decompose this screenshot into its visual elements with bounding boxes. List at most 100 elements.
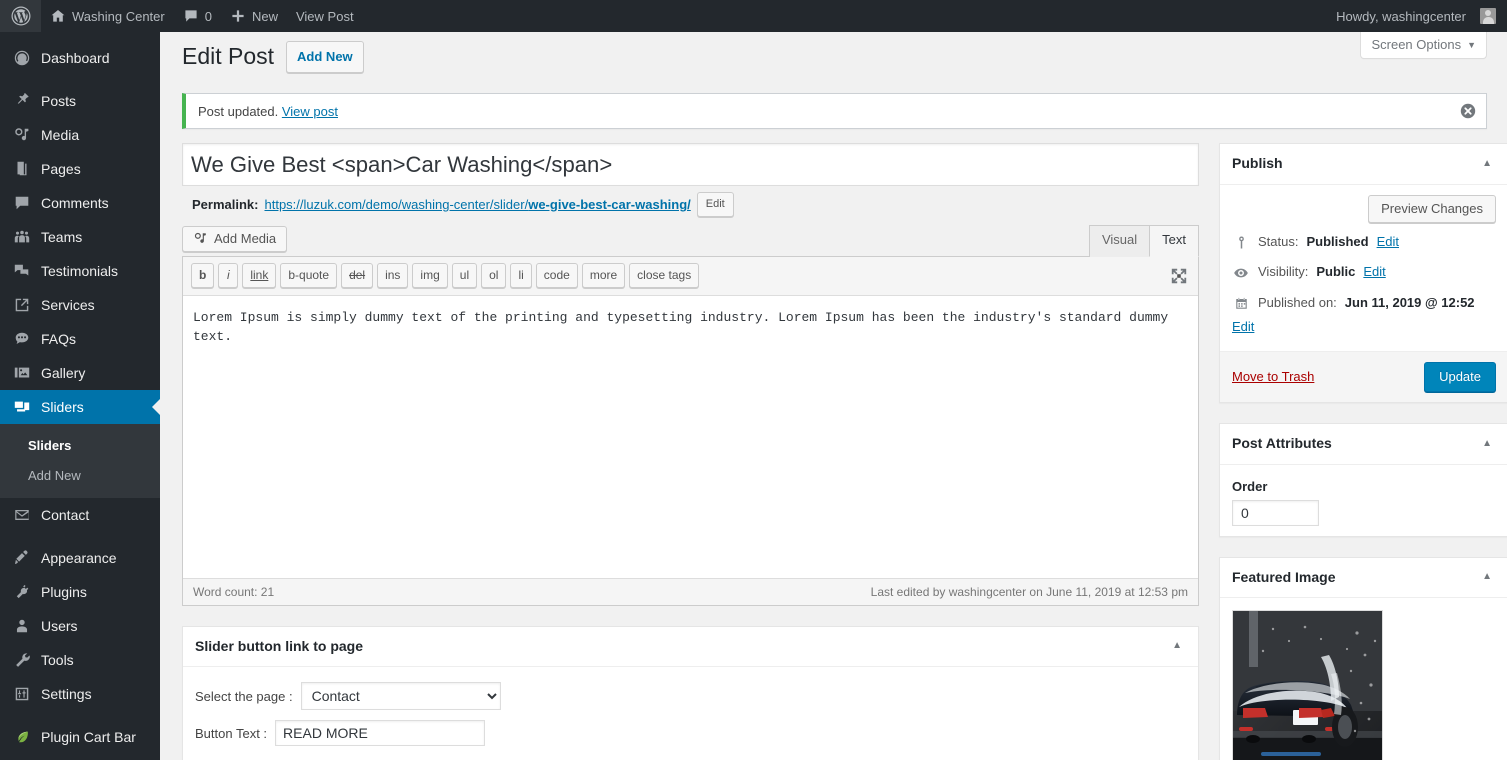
sidebar-item-sliders[interactable]: Sliders	[0, 390, 160, 424]
sidebar-item-label: Sliders	[41, 399, 84, 415]
edit-permalink-button[interactable]: Edit	[696, 192, 734, 217]
quicktag-code[interactable]: code	[535, 262, 578, 288]
sidebar-item-users[interactable]: Users	[0, 609, 160, 643]
featured-image-title: Featured Image	[1232, 568, 1336, 585]
featured-image-header[interactable]: Featured Image ▲	[1220, 558, 1507, 599]
quicktag-bold[interactable]: b	[191, 262, 215, 288]
edit-published-date-link[interactable]: Edit	[1232, 319, 1496, 334]
add-media-button[interactable]: Add Media	[182, 225, 288, 252]
sidebar-item-media[interactable]: Media	[0, 118, 160, 152]
chevron-up-icon[interactable]: ▲	[1168, 639, 1186, 653]
sidebar-item-label: Dashboard	[41, 50, 110, 66]
add-new-button[interactable]: Add New	[286, 41, 364, 74]
sidebar-item-appearance[interactable]: Appearance	[0, 541, 160, 575]
slider-button-metabox-header[interactable]: Slider button link to page ▲	[183, 627, 1198, 668]
dashboard-icon	[12, 48, 32, 68]
quicktag-more[interactable]: more	[581, 262, 626, 288]
comments-menu[interactable]: 0	[174, 0, 221, 32]
button-text-row: Button Text :	[195, 715, 1186, 751]
quicktag-img[interactable]: img	[412, 262, 448, 288]
sidebar-item-label: Services	[41, 297, 95, 313]
sidebar-item-settings[interactable]: Settings	[0, 677, 160, 711]
tab-visual[interactable]: Visual	[1088, 225, 1151, 257]
my-account-menu[interactable]: Howdy, washingcenter	[1327, 0, 1505, 32]
published-on-value: Jun 11, 2019 @ 12:52	[1344, 294, 1475, 310]
submenu-item-sliders[interactable]: Sliders	[0, 431, 160, 461]
sidebar-item-label: Testimonials	[41, 263, 119, 279]
permalink-link[interactable]: https://luzuk.com/demo/washing-center/sl…	[264, 197, 690, 212]
word-count: Word count: 21	[193, 584, 275, 599]
new-content-menu[interactable]: New	[221, 0, 287, 32]
view-post-menu[interactable]: View Post	[287, 0, 363, 32]
post-attributes-body: Order	[1220, 465, 1507, 536]
quicktag-close-tags[interactable]: close tags	[629, 262, 700, 288]
quicktag-ul[interactable]: ul	[451, 262, 478, 288]
publish-metabox-header[interactable]: Publish ▲	[1220, 144, 1507, 185]
select-page-row: Select the page : Contact	[195, 677, 1186, 715]
quicktag-link[interactable]: link	[242, 262, 277, 288]
sidebar-item-contact[interactable]: Contact	[0, 498, 160, 532]
quicktag-ins[interactable]: ins	[377, 262, 409, 288]
screen-options-label: Screen Options	[1371, 37, 1462, 52]
faq-bubble-icon	[12, 329, 32, 349]
edit-status-link[interactable]: Edit	[1377, 234, 1399, 249]
sidebar-item-pages[interactable]: Pages	[0, 152, 160, 186]
view-post-link[interactable]: View post	[282, 104, 338, 119]
sidebar-item-testimonials[interactable]: Testimonials	[0, 254, 160, 288]
featured-image-thumbnail[interactable]	[1232, 610, 1383, 760]
quicktag-italic[interactable]: i	[218, 262, 239, 288]
published-on-label: Published on:	[1258, 294, 1337, 310]
sidebar-item-posts[interactable]: Posts	[0, 84, 160, 118]
site-name-menu[interactable]: Washing Center	[41, 0, 174, 32]
sidebar-item-services[interactable]: Services	[0, 288, 160, 322]
sliders-settings-icon	[12, 684, 32, 704]
screen-options-button[interactable]: Screen Options ▼	[1360, 32, 1487, 59]
quicktag-li[interactable]: li	[510, 262, 532, 288]
post-title-input[interactable]	[182, 143, 1199, 187]
sidebar-item-faqs[interactable]: FAQs	[0, 322, 160, 356]
slider-button-metabox: Slider button link to page ▲ Select the …	[182, 625, 1199, 760]
quicktag-del[interactable]: del	[341, 262, 374, 288]
sidebar-item-plugins[interactable]: Plugins	[0, 575, 160, 609]
post-attributes-title: Post Attributes	[1232, 434, 1332, 451]
preview-changes-button[interactable]: Preview Changes	[1368, 194, 1496, 223]
tab-text[interactable]: Text	[1149, 225, 1199, 257]
button-text-input[interactable]	[275, 720, 486, 747]
sidebar-item-comments[interactable]: Comments	[0, 186, 160, 220]
featured-image-metabox: Featured Image ▲	[1219, 556, 1507, 760]
featured-image-body	[1220, 598, 1507, 760]
sidebar-item-dashboard[interactable]: Dashboard	[0, 41, 160, 75]
last-edited-info: Last edited by washingcenter on June 11,…	[870, 584, 1188, 599]
sidebar-item-label: Contact	[41, 507, 90, 524]
sidebar-item-plugin-cart-bar[interactable]: Plugin Cart Bar	[0, 720, 160, 754]
edit-visibility-link[interactable]: Edit	[1363, 264, 1385, 279]
chevron-up-icon[interactable]: ▲	[1478, 437, 1496, 451]
close-circle-icon[interactable]	[1458, 101, 1478, 121]
select-page-dropdown[interactable]: Contact	[300, 682, 501, 711]
wordpress-logo-icon	[11, 6, 31, 26]
quicktag-ol[interactable]: ol	[481, 262, 507, 288]
editor-container: b i link b-quote del ins img ul ol li co…	[182, 255, 1199, 606]
published-on-row: Published on: Jun 11, 2019 @ 12:52 Edit	[1232, 288, 1496, 341]
screen-meta-toggle: Screen Options ▼	[1360, 32, 1487, 59]
post-attributes-header[interactable]: Post Attributes ▲	[1220, 424, 1507, 465]
menu-order-input[interactable]	[1232, 499, 1319, 526]
quicktag-bquote[interactable]: b-quote	[280, 262, 338, 288]
wordpress-logo-menu[interactable]	[0, 0, 41, 32]
sidebar-item-gallery[interactable]: Gallery	[0, 356, 160, 390]
update-button[interactable]: Update	[1424, 361, 1496, 392]
move-to-trash-link[interactable]: Move to Trash	[1232, 369, 1314, 384]
sidebar-item-tools[interactable]: Tools	[0, 643, 160, 677]
editor-status-bar: Word count: 21 Last edited by washingcen…	[183, 577, 1198, 605]
post-content-textarea[interactable]: Lorem Ipsum is simply dummy text of the …	[183, 295, 1198, 578]
visibility-row: Visibility: Public Edit	[1232, 257, 1496, 288]
pin-icon	[12, 91, 32, 111]
user-icon	[12, 616, 32, 636]
post-updated-notice: Post updated. View post	[182, 93, 1487, 130]
sidebar-item-label: Appearance	[41, 550, 117, 567]
chevron-up-icon[interactable]: ▲	[1478, 570, 1496, 584]
chevron-up-icon[interactable]: ▲	[1478, 157, 1496, 171]
submenu-item-add-new[interactable]: Add New	[0, 461, 160, 491]
sidebar-item-teams[interactable]: Teams	[0, 220, 160, 254]
fullscreen-icon[interactable]	[1170, 267, 1188, 285]
